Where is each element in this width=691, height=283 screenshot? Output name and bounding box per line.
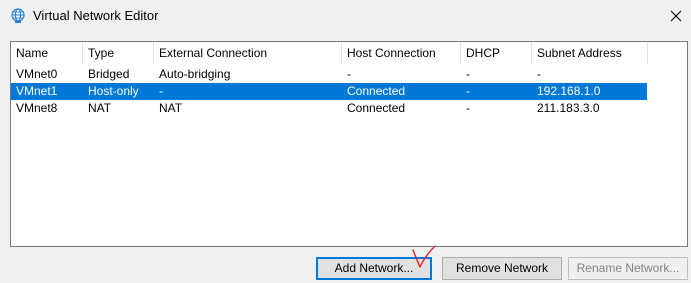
cell-name: VMnet1 xyxy=(16,84,58,98)
cell-dhcp: - xyxy=(466,84,470,98)
column-header-dhcp[interactable]: DHCP xyxy=(461,42,532,64)
cell-host-connection: - xyxy=(347,67,351,81)
cell-host-connection: Connected xyxy=(347,101,406,115)
table-row-vmnet0[interactable]: VMnet0 Bridged Auto-bridging - - - xyxy=(11,66,647,83)
cell-external-connection: NAT xyxy=(159,101,183,115)
column-header-subnet-address[interactable]: Subnet Address xyxy=(532,42,648,64)
column-header-type[interactable]: Type xyxy=(83,42,154,64)
globe-network-icon xyxy=(10,8,26,24)
column-header-host-connection[interactable]: Host Connection xyxy=(342,42,461,64)
cell-host-connection: Connected xyxy=(347,84,406,98)
cell-external-connection: Auto-bridging xyxy=(159,67,231,81)
cell-type: NAT xyxy=(88,101,112,115)
remove-network-button[interactable]: Remove Network xyxy=(442,257,562,280)
cell-name: VMnet8 xyxy=(16,101,58,115)
cell-dhcp: - xyxy=(466,67,470,81)
cell-type: Bridged xyxy=(88,67,130,81)
cell-external-connection: - xyxy=(159,84,163,98)
network-list[interactable]: Name Type External Connection Host Conne… xyxy=(10,41,688,247)
list-header: Name Type External Connection Host Conne… xyxy=(11,42,687,64)
cell-subnet-address: 211.183.3.0 xyxy=(537,101,600,115)
cell-dhcp: - xyxy=(466,101,470,115)
rename-network-button[interactable]: Rename Network... xyxy=(568,257,688,280)
cell-subnet-address: - xyxy=(537,67,541,81)
column-header-name[interactable]: Name xyxy=(11,42,83,64)
table-row-vmnet1[interactable]: VMnet1 Host-only - Connected - 192.168.1… xyxy=(11,83,647,100)
window-title: Virtual Network Editor xyxy=(33,8,159,23)
cell-type: Host-only xyxy=(88,84,139,98)
close-icon xyxy=(670,10,682,22)
title-bar: Virtual Network Editor xyxy=(0,0,691,32)
add-network-button[interactable]: Add Network... xyxy=(316,257,432,280)
cell-name: VMnet0 xyxy=(16,67,58,81)
close-button[interactable] xyxy=(661,0,691,32)
table-row-vmnet8[interactable]: VMnet8 NAT NAT Connected - 211.183.3.0 xyxy=(11,100,647,117)
cell-subnet-address: 192.168.1.0 xyxy=(537,84,601,98)
column-header-external-connection[interactable]: External Connection xyxy=(154,42,342,64)
